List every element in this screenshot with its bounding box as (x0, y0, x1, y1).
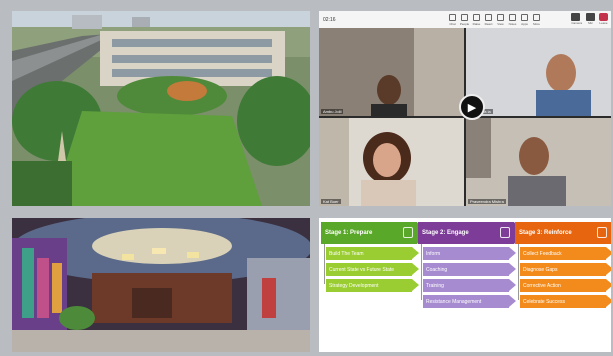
people-icon (597, 227, 607, 238)
mic-icon (586, 13, 595, 21)
stage-column: Stage 2: Engage Inform Coaching Training Res… (418, 222, 523, 308)
people-icon (500, 227, 510, 238)
stage-item: Resistance Management (423, 295, 516, 308)
stage-item: Inform (423, 247, 516, 260)
more-icon (533, 14, 540, 21)
notes-icon (509, 14, 516, 21)
leave-button[interactable]: Leave (599, 13, 608, 25)
stage-item: Diagnose Gaps (520, 263, 611, 276)
meeting-timer: 02:16 (323, 16, 336, 23)
item-arrow-tip (606, 295, 611, 307)
item-arrow-tip (606, 247, 611, 259)
apps-icon (521, 14, 528, 21)
participant-tile[interactable]: Deen Tra la (466, 28, 611, 116)
stage-item-label: Current State vs Future State (329, 266, 395, 273)
participant-video (466, 118, 611, 206)
hand-icon (473, 14, 480, 21)
apps-button[interactable]: Apps (519, 12, 530, 26)
campus-aerial-illustration (12, 11, 310, 206)
stage-item-label: Strategy Development (329, 282, 379, 289)
stage-item-label: Coaching (426, 266, 448, 273)
mic-button[interactable]: Mic (586, 13, 595, 25)
stage-item: Corrective Action (520, 279, 611, 292)
raise-hand-button[interactable]: Raise (471, 12, 482, 26)
connector-line (518, 244, 519, 300)
video-meeting-window: 02:16 Chat People Raise React View Notes… (319, 11, 611, 206)
stage-item-label: Inform (426, 250, 441, 257)
stage-item-label: Collect Feedback (523, 250, 562, 257)
connector-line (324, 244, 325, 284)
stage-item-label: Build The Team (329, 250, 364, 257)
stage-item-label: Corrective Action (523, 282, 561, 289)
stage-item-label: Diagnose Gaps (523, 266, 558, 273)
chat-button[interactable]: Chat (447, 12, 458, 26)
stage-item: Celebrate Success (520, 295, 611, 308)
chat-icon (449, 14, 456, 21)
stage-item: Coaching (423, 263, 516, 276)
grid-icon (497, 14, 504, 21)
item-arrow-tip (606, 279, 611, 291)
react-button[interactable]: React (483, 12, 494, 26)
stage-title: Stage 3: Reinforce (519, 230, 572, 236)
participant-name: Kat Boer (321, 199, 341, 204)
participant-tile[interactable]: Praveendra Mishra (466, 118, 611, 206)
meeting-toolbar: 02:16 Chat People Raise React View Notes… (319, 11, 611, 28)
view-button[interactable]: View (495, 12, 506, 26)
people-icon (461, 14, 468, 21)
stage-item-label: Celebrate Success (523, 298, 565, 305)
lobby-illustration (12, 218, 310, 352)
clipboard-icon (403, 227, 413, 238)
play-icon: ▶ (467, 101, 477, 114)
stage-title: Stage 2: Engage (422, 230, 469, 236)
play-button[interactable]: ▶ (459, 94, 485, 120)
phone-icon (599, 13, 608, 21)
participant-video (319, 118, 464, 206)
stage-item: Current State vs Future State (326, 263, 419, 276)
item-arrow-tip (606, 263, 611, 275)
stage-item: Strategy Development (326, 279, 419, 292)
change-framework-diagram: Stage 1: Prepare Build The Team Current St… (319, 218, 611, 352)
stage-item: Collect Feedback (520, 247, 611, 260)
participant-name: Ambu Jolil (321, 109, 344, 114)
participant-name: Praveendra Mishra (468, 199, 506, 204)
participant-video (466, 28, 611, 116)
camera-icon (571, 13, 581, 21)
stage-item-label: Resistance Management (426, 298, 482, 305)
people-button[interactable]: People (459, 12, 470, 26)
connector-line (421, 244, 422, 300)
stage-item: Build The Team (326, 247, 419, 260)
lobby-panorama-photo (12, 218, 310, 352)
stage-title: Stage 1: Prepare (325, 230, 373, 236)
stage-header: Stage 1: Prepare (321, 222, 426, 244)
stage-item: Training (423, 279, 516, 292)
more-button[interactable]: More (531, 12, 542, 26)
participant-tile[interactable]: Ambu Jolil (319, 28, 464, 116)
participant-tile[interactable]: Kat Boer (319, 118, 464, 206)
stage-column: Stage 3: Reinforce Collect Feedback Diagno… (515, 222, 611, 308)
participant-video (319, 28, 464, 116)
stage-column: Stage 1: Prepare Build The Team Current St… (321, 222, 426, 292)
campus-aerial-photo (12, 11, 310, 206)
stage-item-label: Training (426, 282, 444, 289)
notes-button[interactable]: Notes (507, 12, 518, 26)
stage-header: Stage 3: Reinforce (515, 222, 611, 244)
smile-icon (485, 14, 492, 21)
stage-header: Stage 2: Engage (418, 222, 523, 244)
camera-button[interactable]: Camera (571, 13, 582, 25)
